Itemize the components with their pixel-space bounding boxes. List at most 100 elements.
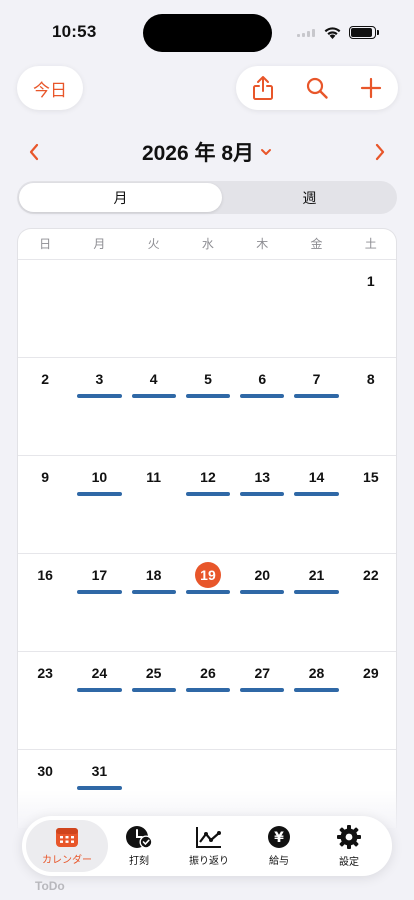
day-cell[interactable]: 22 [344,554,396,651]
day-number: 9 [41,469,50,485]
day-cell[interactable]: 18 [127,554,181,651]
shift-event-bar[interactable] [240,492,285,496]
search-button[interactable] [290,66,344,110]
shift-event-bar[interactable] [77,590,122,594]
day-cell[interactable]: 15 [344,456,396,553]
day-cell[interactable]: 10 [72,456,126,553]
shift-event-bar[interactable] [185,394,231,398]
add-button[interactable] [344,66,398,110]
todo-label: ToDo [35,879,65,893]
day-number: 7 [312,371,321,387]
day-number: 20 [254,567,271,583]
week-view-tab[interactable]: 週 [224,183,395,212]
tab-label: カレンダー [42,855,92,866]
day-number: 24 [91,665,108,681]
search-icon [306,77,328,99]
shift-event-bar[interactable] [240,394,285,398]
day-number: 18 [145,567,162,583]
shift-event-bar[interactable] [185,590,231,594]
previous-month-button[interactable] [20,138,48,166]
day-number: 17 [91,567,108,583]
action-button-group [236,66,398,110]
day-cell[interactable]: 25 [127,652,181,749]
shift-event-bar[interactable] [294,492,339,496]
svg-text:¥: ¥ [274,830,284,846]
tab-label: 振り返り [189,856,229,867]
shift-event-bar[interactable] [240,688,285,692]
weekday-label: 木 [256,237,269,251]
shift-event-bar[interactable] [294,394,339,398]
day-cell[interactable]: 12 [181,456,235,553]
day-number: 3 [95,371,104,387]
shift-event-bar[interactable] [185,492,231,496]
shift-event-bar[interactable] [77,492,122,496]
day-cell[interactable]: 4 [127,358,181,455]
day-cell[interactable]: 7 [289,358,343,455]
tab-bar: カレンダー 打刻 振り返り ¥ 給与 設定 [22,816,392,876]
calendar-icon [55,826,79,848]
day-cell[interactable]: 16 [18,554,72,651]
chevron-left-icon [29,143,39,161]
shift-event-bar[interactable] [185,688,231,692]
weekday-label: 日 [39,237,52,251]
day-cell[interactable]: 23 [18,652,72,749]
day-number: 12 [200,469,216,485]
day-cell[interactable]: 1 [344,260,396,357]
shift-event-bar[interactable] [77,394,122,398]
day-cell[interactable]: 13 [235,456,289,553]
weekday-label: 土 [364,237,377,251]
month-view-tab[interactable]: 月 [19,183,222,212]
week-row: 2 3 4 5 6 7 8 [18,358,396,456]
shift-event-bar[interactable] [131,394,176,398]
day-cell[interactable]: 2 [18,358,72,455]
shift-event-bar[interactable] [294,590,339,594]
shift-event-bar[interactable] [131,688,176,692]
tab-calendar[interactable]: カレンダー [26,820,108,872]
day-cell[interactable]: 21 [289,554,343,651]
day-cell[interactable]: 19 [181,554,235,651]
day-number: 2 [41,371,50,387]
day-number: 16 [37,567,53,583]
day-cell[interactable]: 20 [235,554,289,651]
month-calendar: 日月火水木金土 1 2 3 4 5 6 7 8 9 10 11 12 13 14 15 16 17 18 19 20 2… [17,228,397,828]
day-cell[interactable]: 3 [72,358,126,455]
day-number: 23 [37,665,53,681]
chevron-right-icon [375,143,385,161]
day-cell[interactable]: 27 [235,652,289,749]
shift-event-bar[interactable] [294,688,339,692]
day-cell[interactable]: 26 [181,652,235,749]
day-number: 31 [91,763,108,779]
day-number: 21 [308,567,325,583]
day-cell[interactable]: 8 [344,358,396,455]
share-button[interactable] [236,66,290,110]
dynamic-island [143,14,272,52]
day-number: 4 [149,371,158,387]
day-cell[interactable]: 28 [289,652,343,749]
day-cell[interactable]: 14 [289,456,343,553]
day-cell[interactable]: 17 [72,554,126,651]
day-number: 11 [146,469,162,485]
week-row: 16 17 18 19 20 21 22 [18,554,396,652]
shift-event-bar[interactable] [240,590,285,594]
day-cell[interactable]: 24 [72,652,126,749]
week-row: 9 10 11 12 13 14 15 [18,456,396,554]
tab-label: 打刻 [129,856,149,867]
day-number: 29 [363,665,379,681]
next-month-button[interactable] [366,138,394,166]
shift-event-bar[interactable] [131,590,176,594]
shift-event-bar[interactable] [77,688,122,692]
day-number: 13 [254,469,271,485]
weekday-header: 日月火水木金土 [18,229,396,260]
status-bar: 10:53 [0,0,414,60]
day-cell[interactable]: 6 [235,358,289,455]
day-cell[interactable]: 11 [127,456,181,553]
tab-gear[interactable]: 設定 [308,820,390,872]
day-cell[interactable]: 29 [344,652,396,749]
day-number: 14 [308,469,325,485]
month-picker[interactable]: 2026 年 8月 [120,136,294,168]
day-cell[interactable]: 5 [181,358,235,455]
day-cell[interactable]: 9 [18,456,72,553]
tab-label: 給与 [269,856,289,867]
day-number: 22 [363,567,379,583]
today-button[interactable]: 今日 [17,66,83,110]
